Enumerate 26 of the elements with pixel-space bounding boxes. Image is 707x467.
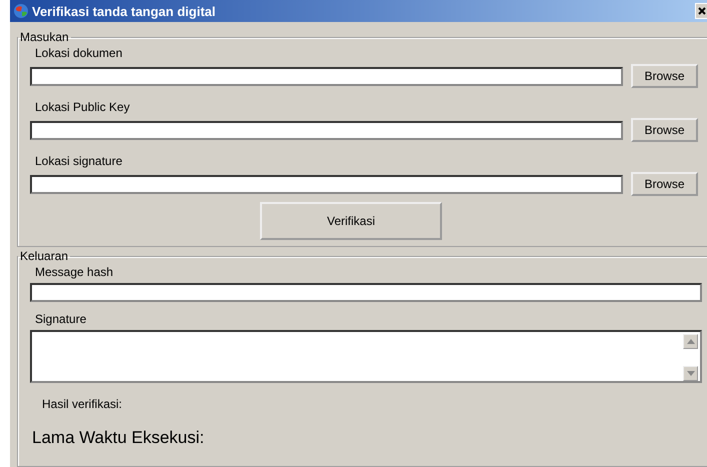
- input-field[interactable]: [30, 174, 623, 194]
- scroll-down-button[interactable]: [683, 366, 698, 381]
- time-label: Lama Waktu Eksekusi:: [32, 428, 206, 448]
- close-icon: [698, 7, 706, 15]
- globe-icon: [13, 3, 29, 19]
- browse-button[interactable]: Browse: [631, 64, 698, 88]
- browse-button[interactable]: Browse: [631, 118, 698, 142]
- window-title: Verifikasi tanda tangan digital: [32, 4, 216, 18]
- field-label: Lokasi signature: [35, 154, 124, 168]
- field-label: Signature: [35, 312, 88, 326]
- browse-button[interactable]: Browse: [631, 172, 698, 196]
- field-label: Message hash: [35, 265, 114, 279]
- field-label: Lokasi Public Key: [35, 100, 131, 114]
- group-title: Keluaran: [19, 249, 70, 263]
- result-label: Hasil verifikasi:: [42, 397, 124, 411]
- verify-button[interactable]: Verifikasi: [260, 202, 442, 240]
- close-button[interactable]: [695, 3, 707, 19]
- text-area[interactable]: [30, 330, 702, 383]
- input-field[interactable]: [30, 66, 623, 86]
- group-title: Masukan: [19, 30, 70, 44]
- field-label: Lokasi dokumen: [35, 46, 124, 60]
- up-arrow-icon: [686, 339, 694, 344]
- scroll-up-button[interactable]: [683, 334, 698, 349]
- input-field[interactable]: [30, 283, 702, 302]
- down-arrow-icon: [686, 371, 694, 376]
- input-field[interactable]: [30, 120, 623, 140]
